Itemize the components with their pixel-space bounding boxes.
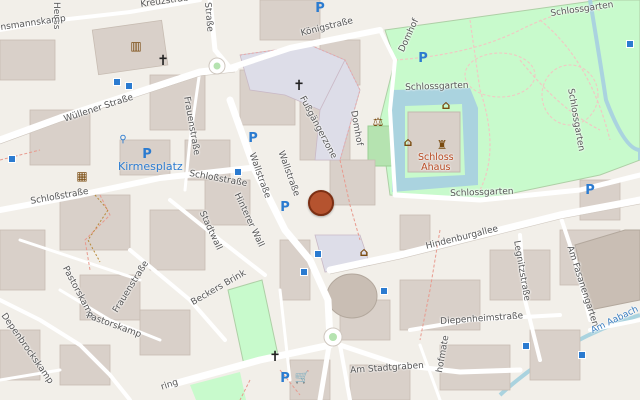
townhall-icon[interactable]: ⌂ [356,244,372,260]
parking-icon[interactable]: P [415,50,431,66]
location-marker[interactable] [308,190,334,216]
library-icon[interactable]: ▥ [128,38,144,54]
castle-label-line2: Ahaus [421,162,451,174]
parking-icon[interactable]: P [277,199,293,215]
bus-stop-icon[interactable] [113,78,121,86]
bus-stop-icon[interactable] [234,168,242,176]
place-label-schloss-ahaus: Schloss Ahaus [418,152,454,174]
courthouse-icon[interactable]: ⚖ [370,114,386,130]
parking-icon[interactable]: P [582,182,598,198]
parking-icon[interactable]: P [277,370,293,386]
church-icon[interactable]: ✝ [291,78,307,94]
church-icon[interactable]: ✝ [155,53,171,69]
bus-stop-icon[interactable] [522,342,530,350]
bus-stop-icon[interactable] [300,268,308,276]
parking-icon[interactable]: P [312,0,328,16]
bus-stop-icon[interactable] [314,250,322,258]
museum-icon[interactable]: ⌂ [438,97,454,113]
bus-stop-icon[interactable] [8,155,16,163]
church-icon[interactable]: ✝ [267,349,283,365]
bus-stop-icon[interactable] [578,351,586,359]
bus-stop-icon[interactable] [380,287,388,295]
bus-stop-icon[interactable] [626,40,634,48]
street-label: Straße [202,1,215,33]
museum-icon[interactable]: ⌂ [400,134,416,150]
parking-icon[interactable]: P [139,146,155,162]
parking-icon[interactable]: P [245,130,261,146]
shop-icon[interactable]: 🛒 [294,369,310,385]
castle-icon[interactable]: ♜ [434,137,450,153]
map-view[interactable]: Heuss Kreuzstraße Straße Königstraße nsm… [0,0,640,400]
bicycle-parking-icon[interactable]: ⚲ [115,132,131,148]
bus-stop-icon[interactable] [125,82,133,90]
cinema-icon[interactable]: ▦ [74,168,90,184]
